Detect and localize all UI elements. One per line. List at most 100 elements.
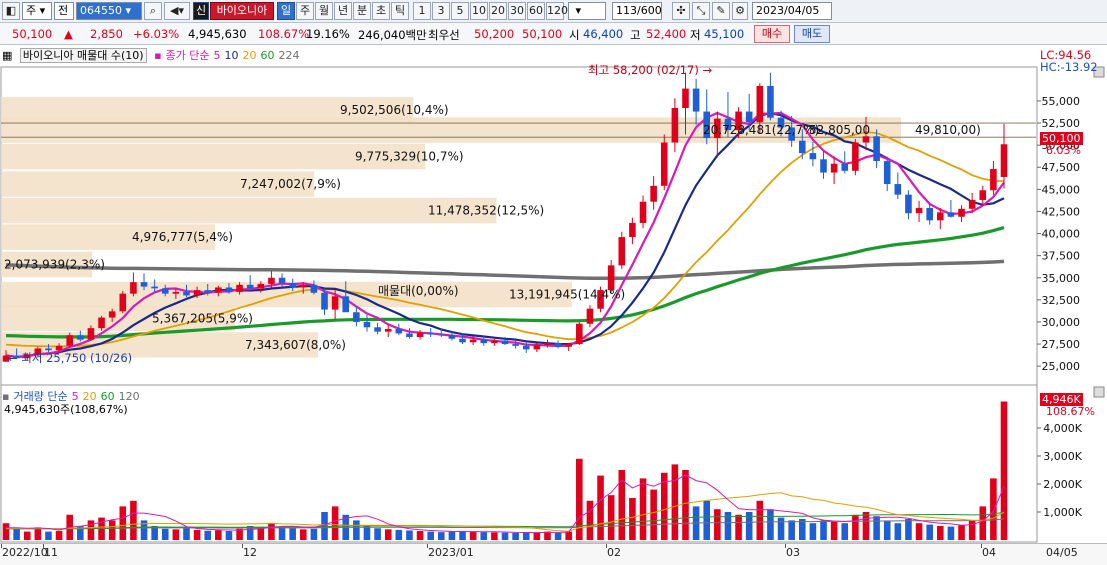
candle-body xyxy=(321,292,328,310)
period-tab-6[interactable]: 틱 xyxy=(391,2,409,20)
volume-panel-max-button[interactable] xyxy=(1093,386,1105,398)
candle-body xyxy=(77,335,84,340)
volume-bar xyxy=(979,506,987,540)
candle-body xyxy=(852,142,859,171)
period-tab-1[interactable]: 주 xyxy=(296,2,314,20)
candle-body xyxy=(756,85,764,123)
volume-bar xyxy=(480,532,488,540)
period-tab-0[interactable]: 일 xyxy=(277,2,295,20)
edit-icon[interactable]: ✎ xyxy=(712,2,730,20)
volume-bar xyxy=(23,531,31,540)
candle-body xyxy=(522,345,530,350)
interval-tab-4[interactable]: 20 xyxy=(489,2,507,20)
volume-bar xyxy=(629,498,636,540)
price-tick-label: 45,000 xyxy=(1042,183,1081,196)
interval-tab-6[interactable]: 60 xyxy=(527,2,545,20)
volume-bar xyxy=(777,517,785,540)
exchange-select[interactable]: 전 xyxy=(54,2,74,20)
candle-body xyxy=(501,340,509,345)
period-tab-2[interactable]: 월 xyxy=(315,2,333,20)
volume-profile-label: 2,073,939(2,3%) xyxy=(4,257,105,271)
volume-bar xyxy=(55,531,63,540)
candle-body xyxy=(384,329,392,332)
volume-bar xyxy=(427,531,434,540)
price-change-pct: +6.03% xyxy=(133,27,180,41)
volume-bar xyxy=(533,532,541,540)
candle-body xyxy=(830,163,838,173)
speaker-icon[interactable]: ◀▾ xyxy=(164,2,190,20)
period-tab-5[interactable]: 초 xyxy=(372,2,390,20)
current-price: 50,100 xyxy=(12,27,53,41)
hc-label: HC:-13.92 xyxy=(1040,60,1098,74)
candle-body xyxy=(671,108,679,143)
volume-bar xyxy=(353,520,360,540)
price-chart[interactable]: 55,00052,50050,00047,50045,00042,50040,0… xyxy=(0,45,1107,543)
interval-tab-5[interactable]: 30 xyxy=(508,2,526,20)
volume-bar xyxy=(586,500,594,540)
volume-bar xyxy=(395,529,403,540)
interval-tab-3[interactable]: 10 xyxy=(470,2,488,20)
price-tick-label: 32,500 xyxy=(1042,294,1081,307)
volume-bar xyxy=(183,528,190,540)
volume-bar xyxy=(204,530,212,540)
ma-label: 종가 단순 xyxy=(165,49,210,62)
date-axis: 2022/10 11 12 2023/01 02 03 04 04/05 xyxy=(0,543,1107,565)
candle-body xyxy=(533,344,541,350)
volume-bar xyxy=(459,531,466,540)
interval-tab-7[interactable]: 120 xyxy=(546,2,568,20)
candle-body xyxy=(873,136,880,162)
price-tick-label: 55,000 xyxy=(1042,95,1081,108)
volume-bar xyxy=(703,500,711,540)
volume-bar xyxy=(597,475,604,540)
credit-badge: 신 xyxy=(193,2,209,20)
market-select[interactable]: 주 ▾ xyxy=(22,2,52,20)
candle-body xyxy=(353,312,360,322)
settings-icon[interactable]: ⚙ xyxy=(732,2,748,20)
interval-tab-1[interactable]: 3 xyxy=(432,2,450,20)
volume-bar xyxy=(756,500,764,540)
date-label: 12 xyxy=(243,546,257,559)
candle-body xyxy=(406,333,413,337)
date-tick xyxy=(242,544,243,548)
count-input[interactable]: 113/600 xyxy=(612,2,662,20)
price-tick-label: 27,500 xyxy=(1042,338,1081,351)
candle-body xyxy=(246,284,254,289)
volume-bar xyxy=(108,520,116,540)
candle-body xyxy=(278,277,286,284)
price-tick-label: 25,000 xyxy=(1042,360,1081,373)
date-input[interactable]: 2023/04/05 ▤ xyxy=(752,2,832,33)
resize-icon[interactable]: ⤡ xyxy=(692,2,710,20)
candle-body xyxy=(937,212,944,221)
volume-profile-label: 7,343,607(8,0%) xyxy=(245,338,346,352)
search-icon[interactable]: ⌕ xyxy=(144,2,162,20)
date-tick xyxy=(981,544,982,548)
stock-code-value: 064550 xyxy=(80,4,122,17)
custom-interval-input[interactable]: ▾ xyxy=(568,2,606,20)
volume-bar xyxy=(565,531,572,540)
period-tab-3[interactable]: 년 xyxy=(334,2,352,20)
candle-body xyxy=(66,335,73,346)
stock-code-input[interactable]: 064550 ▾ xyxy=(76,2,142,20)
period-tab-4[interactable]: 분 xyxy=(353,2,371,20)
crosshair-icon[interactable]: ✣ xyxy=(672,2,690,20)
volume-bar xyxy=(501,532,509,540)
candle-body xyxy=(979,190,987,200)
volume-profile-label: 11,478,352(12,5%) xyxy=(428,204,544,218)
volume-bar xyxy=(639,478,647,540)
ma-square-icon: ▪ xyxy=(154,49,162,62)
buy-button[interactable]: 매수 xyxy=(754,25,790,43)
interval-tab-2[interactable]: 5 xyxy=(451,2,469,20)
volume-panel xyxy=(0,384,1038,543)
candle-body xyxy=(257,283,265,289)
volume-profile-label: 매물대(0,00%) xyxy=(378,284,459,298)
sell-button[interactable]: 매도 xyxy=(794,25,830,43)
layout-icon[interactable]: ◧ xyxy=(2,2,20,20)
candle-body xyxy=(459,338,466,343)
interval-tab-0[interactable]: 1 xyxy=(413,2,431,20)
volume-summary: 4,945,630주(108,67%) xyxy=(4,403,128,416)
chart-grid-icon[interactable]: ▦ xyxy=(2,49,12,62)
volume-bar xyxy=(289,528,296,540)
candle-body xyxy=(469,339,477,343)
candle-body xyxy=(268,277,275,284)
volume-profile-label: 13,191,945(14,4%) xyxy=(509,288,625,302)
